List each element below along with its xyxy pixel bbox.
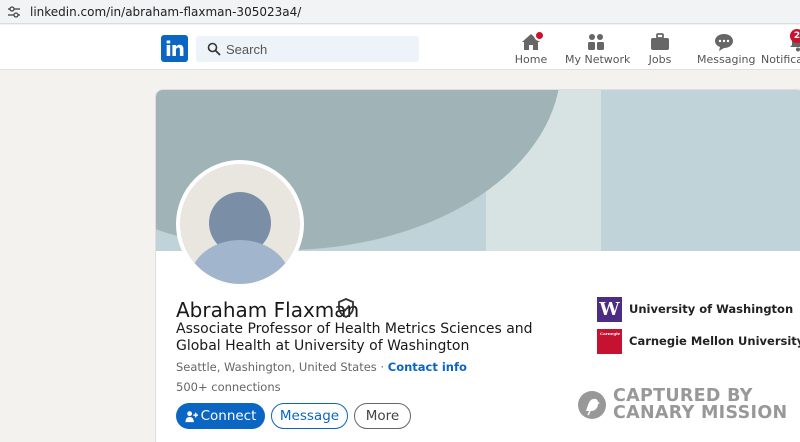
chat-icon	[715, 34, 733, 51]
connections-count[interactable]: 500+ connections	[176, 380, 281, 394]
nav-notifications[interactable]: 2 Notifications	[760, 25, 800, 70]
top-nav: in Home My Network Jobs Messaging	[0, 25, 800, 70]
uw-logo: W	[597, 296, 622, 322]
more-button[interactable]: More	[354, 403, 411, 429]
watermark-line-2: CANARY MISSION	[613, 403, 788, 423]
connect-button[interactable]: Connect	[176, 403, 265, 429]
search-icon	[207, 42, 221, 56]
profile-location: Seattle, Washington, United States	[176, 360, 377, 374]
nav-notifications-label: Notifications	[761, 53, 800, 66]
avatar-body	[190, 240, 290, 284]
watermark: CAPTURED BY CANARY MISSION	[577, 387, 788, 423]
url-text[interactable]: linkedin.com/in/abraham-flaxman-305023a4…	[30, 5, 301, 19]
briefcase-icon	[651, 33, 669, 50]
contact-info-link[interactable]: Contact info	[388, 360, 467, 374]
education-name: University of Washington	[629, 302, 794, 316]
search-input[interactable]	[226, 36, 411, 62]
profile-name: Abraham Flaxman	[176, 298, 360, 322]
nav-messaging[interactable]: Messaging	[697, 25, 756, 70]
profile-location-line: Seattle, Washington, United States · Con…	[176, 360, 467, 374]
network-icon	[588, 34, 604, 50]
nav-home-label: Home	[514, 53, 548, 66]
cmu-logo: Carnegie Mellon University	[597, 328, 661, 354]
home-notification-dot	[534, 30, 545, 41]
add-person-icon	[185, 410, 198, 422]
notifications-badge: 2	[790, 29, 800, 43]
nav-home[interactable]: Home	[511, 25, 551, 70]
nav-jobs[interactable]: Jobs	[640, 25, 680, 70]
message-button-label: Message	[279, 408, 340, 424]
education-item-uw[interactable]: W University of Washington	[597, 296, 793, 322]
nav-my-network[interactable]: My Network	[565, 25, 631, 70]
profile-headline: Associate Professor of Health Metrics Sc…	[176, 321, 533, 354]
education-name: Carnegie Mellon University	[629, 334, 800, 348]
verified-shield-icon[interactable]	[337, 298, 355, 318]
nav-messaging-label: Messaging	[697, 53, 756, 66]
site-settings-icon[interactable]	[7, 5, 21, 19]
address-bar[interactable]: linkedin.com/in/abraham-flaxman-305023a4…	[0, 0, 800, 24]
search-box[interactable]	[196, 36, 419, 62]
linkedin-logo[interactable]: in	[161, 35, 188, 62]
nav-my-network-label: My Network	[565, 53, 631, 66]
more-button-label: More	[365, 408, 400, 424]
location-separator: ·	[380, 360, 385, 374]
connect-button-label: Connect	[200, 408, 257, 424]
canary-bird-icon	[578, 391, 606, 419]
message-button[interactable]: Message	[271, 403, 348, 429]
avatar[interactable]	[176, 160, 304, 288]
nav-jobs-label: Jobs	[648, 53, 672, 66]
education-item-cmu[interactable]: Carnegie Mellon University Carnegie Mell…	[597, 328, 800, 354]
